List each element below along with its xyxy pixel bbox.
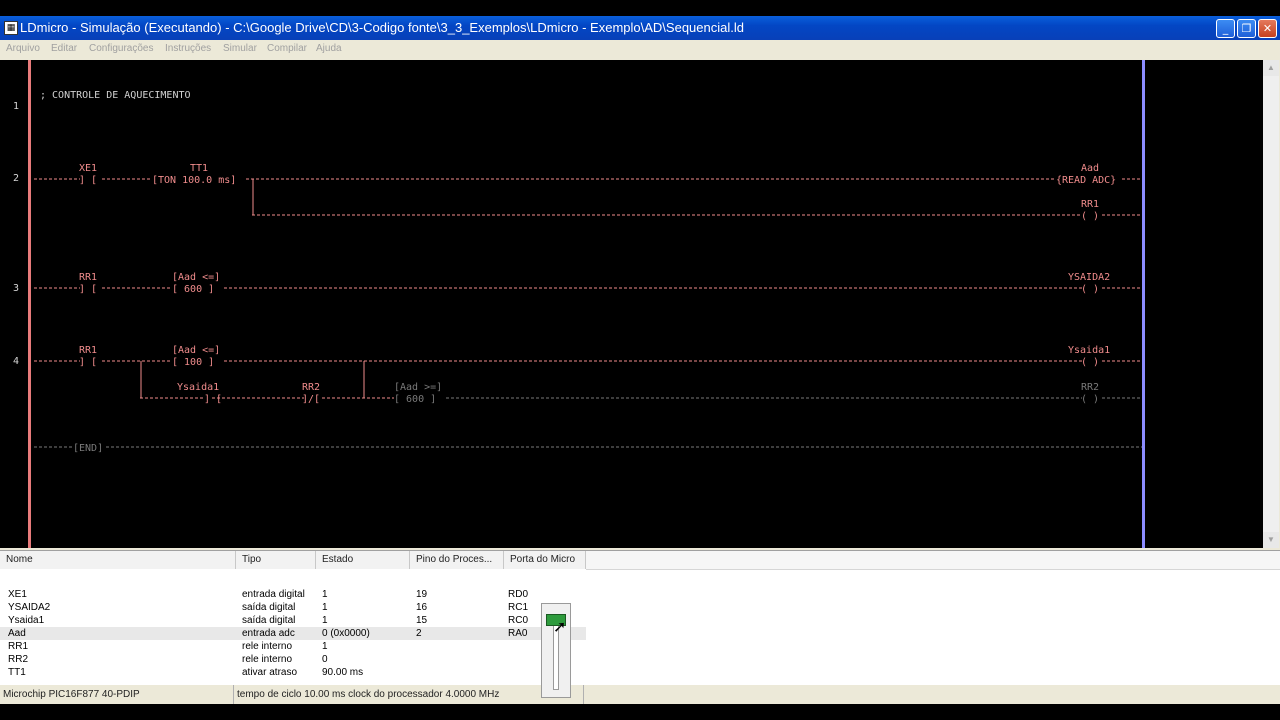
table-row[interactable]: Ysaida1 saída digital 1 15 RC0 (0, 614, 586, 627)
title-bar[interactable]: ▦ LDmicro - Simulação (Executando) - C:\… (0, 16, 1280, 40)
coil-ysaida2[interactable]: ( ) (1081, 284, 1099, 295)
table-row[interactable]: XE1 entrada digital 1 19 RD0 (0, 588, 586, 601)
menu-compilar[interactable]: Compilar (267, 43, 307, 54)
contact-ysaida1[interactable]: ] [ (204, 394, 222, 405)
menu-bar: Arquivo Editar Configurações Instruções … (0, 40, 1280, 58)
column-header-nome[interactable]: Nome (0, 551, 236, 569)
ladder-diagram[interactable]: 1 2 3 4 ; CONTROLE DE AQUECIMENTO XE1] … (0, 60, 1263, 548)
menu-ajuda[interactable]: Ajuda (316, 43, 342, 54)
cell-tipo: rele interno (242, 654, 293, 665)
cell-tipo: rele interno (242, 641, 293, 652)
cell-tipo: ativar atraso (242, 667, 298, 678)
coil-rr1[interactable]: ( ) (1081, 211, 1099, 222)
coil-ysaida1-label[interactable]: Ysaida1 (1068, 345, 1110, 356)
contact-rr2-label[interactable]: RR2 (302, 382, 320, 393)
cell-porta: RA0 (508, 628, 528, 639)
contact-xe1-label[interactable]: XE1 (79, 163, 97, 174)
cell-estado: 1 (322, 602, 328, 613)
cell-porta: RD0 (508, 589, 529, 600)
cell-nome: XE1 (8, 589, 27, 600)
timer-tt1[interactable]: [TON 100.0 ms] (152, 175, 236, 186)
table-row[interactable]: RR2 rele interno 0 (0, 653, 586, 666)
status-cycle: tempo de ciclo 10.00 ms clock do process… (234, 685, 584, 704)
end-marker: [END] (73, 443, 103, 454)
cell-estado: 1 (322, 641, 328, 652)
adc-aad-label[interactable]: Aad (1081, 163, 1099, 174)
contact-ysaida1-label[interactable]: Ysaida1 (177, 382, 219, 393)
cell-pino: 2 (416, 628, 422, 639)
compare-aad-le[interactable]: [ 100 ] (172, 357, 214, 368)
contact-rr1[interactable]: ] [ (79, 357, 97, 368)
contact-xe1[interactable]: ] [ (79, 175, 97, 186)
cell-pino: 16 (416, 602, 428, 613)
cell-tipo: entrada digital (242, 589, 305, 600)
contact-rr1[interactable]: ] [ (79, 284, 97, 295)
window-title: LDmicro - Simulação (Executando) - C:\Go… (20, 20, 744, 35)
cell-porta: RC0 (508, 615, 529, 626)
coil-rr2-label[interactable]: RR2 (1081, 382, 1099, 393)
minimize-button[interactable]: _ (1216, 19, 1235, 38)
coil-ysaida1[interactable]: ( ) (1081, 357, 1099, 368)
cell-nome: TT1 (8, 667, 26, 678)
table-row[interactable]: Aad entrada adc 0 (0x0000) 2 RA0 (0, 627, 586, 640)
cell-estado: 0 (322, 654, 328, 665)
app-icon: ▦ (4, 21, 18, 35)
column-header-pino[interactable]: Pino do Proces... (410, 551, 504, 569)
coil-rr2[interactable]: ( ) (1081, 394, 1099, 405)
coil-rr1-label[interactable]: RR1 (1081, 199, 1099, 210)
read-adc[interactable]: {READ ADC} (1056, 175, 1116, 186)
menu-configuracoes[interactable]: Configurações (89, 43, 153, 54)
cell-nome: RR2 (8, 654, 29, 665)
table-row[interactable]: YSAIDA2 saída digital 1 16 RC1 (0, 601, 586, 614)
menu-instrucoes[interactable]: Instruções (165, 43, 211, 54)
cell-tipo: saída digital (242, 615, 296, 626)
table-row[interactable]: RR1 rele interno 1 (0, 640, 586, 653)
coil-ysaida2-label[interactable]: YSAIDA2 (1068, 272, 1110, 283)
cell-pino: 19 (416, 589, 428, 600)
compare-aad-le-label[interactable]: [Aad <=] (172, 345, 220, 356)
scroll-down-icon[interactable]: ▼ (1263, 532, 1279, 548)
cell-estado: 1 (322, 615, 328, 626)
cell-nome: YSAIDA2 (8, 602, 51, 613)
cell-estado: 90.00 ms (322, 667, 364, 678)
io-list[interactable]: Nome Tipo Estado Pino do Proces... Porta… (0, 550, 1280, 685)
scroll-up-icon[interactable]: ▲ (1263, 60, 1279, 76)
cell-tipo: entrada adc (242, 628, 295, 639)
cell-tipo: saída digital (242, 602, 296, 613)
cell-nome: Ysaida1 (8, 615, 45, 626)
cell-estado: 0 (0x0000) (322, 628, 370, 639)
menu-simular[interactable]: Simular (223, 43, 257, 54)
status-bar: Microchip PIC16F877 40-PDIP tempo de cic… (0, 684, 1280, 704)
mouse-cursor-icon: ➚ (553, 617, 567, 636)
ladder-canvas: ; CONTROLE DE AQUECIMENTO XE1 ] [ TT1 [T… (34, 90, 1142, 454)
cell-pino: 15 (416, 615, 428, 626)
vertical-scrollbar[interactable]: ▲ ▼ (1263, 60, 1279, 548)
compare-aad-ge[interactable]: [ 600 ] (394, 394, 436, 405)
cell-porta: RC1 (508, 602, 529, 613)
rung-comment: ; CONTROLE DE AQUECIMENTO (40, 90, 191, 101)
cell-nome: RR1 (8, 641, 29, 652)
compare-aad-ge-label[interactable]: [Aad >=] (394, 382, 442, 393)
app-window: ▦ LDmicro - Simulação (Executando) - C:\… (0, 16, 1280, 704)
menu-editar[interactable]: Editar (51, 43, 77, 54)
menu-arquivo[interactable]: Arquivo (6, 43, 40, 54)
compare-aad-le[interactable]: [ 600 ] (172, 284, 214, 295)
column-header-porta[interactable]: Porta do Micro (504, 551, 586, 569)
contact-rr1-label[interactable]: RR1 (79, 345, 97, 356)
status-mcu: Microchip PIC16F877 40-PDIP (0, 685, 234, 704)
contact-rr2-negated[interactable]: ]/[ (302, 394, 320, 405)
close-button[interactable]: ✕ (1258, 19, 1277, 38)
table-row[interactable]: TT1 ativar atraso 90.00 ms (0, 666, 586, 679)
cell-nome: Aad (8, 628, 26, 639)
timer-tt1-label[interactable]: TT1 (190, 163, 208, 174)
list-header-filler (586, 551, 1280, 570)
cell-estado: 1 (322, 589, 328, 600)
column-header-tipo[interactable]: Tipo (236, 551, 316, 569)
contact-rr1-label[interactable]: RR1 (79, 272, 97, 283)
compare-aad-le-label[interactable]: [Aad <=] (172, 272, 220, 283)
maximize-button[interactable]: ❐ (1237, 19, 1256, 38)
column-header-estado[interactable]: Estado (316, 551, 410, 569)
